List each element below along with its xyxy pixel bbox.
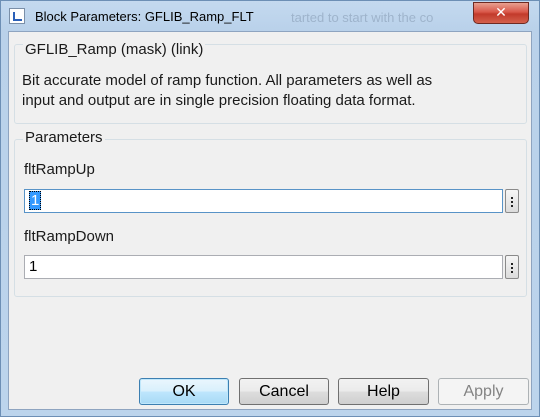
apply-button: Apply bbox=[438, 378, 529, 405]
simulink-block-icon bbox=[9, 8, 25, 24]
mask-description: Bit accurate model of ramp function. All… bbox=[22, 71, 522, 111]
ramp-down-label: fltRampDown bbox=[24, 228, 115, 245]
cancel-button[interactable]: Cancel bbox=[239, 378, 329, 405]
dialog-client-area: GFLIB_Ramp (mask) (link) Bit accurate mo… bbox=[8, 31, 532, 410]
ramp-up-value: 1 bbox=[29, 191, 42, 210]
close-button[interactable]: ✕ bbox=[473, 2, 529, 24]
mask-title: GFLIB_Ramp (mask) (link) bbox=[23, 41, 206, 58]
ramp-down-value: 1 bbox=[29, 258, 38, 275]
ok-button[interactable]: OK bbox=[139, 378, 229, 405]
help-button[interactable]: Help bbox=[338, 378, 429, 405]
parameters-group-title: Parameters bbox=[23, 129, 105, 146]
mask-description-line-2: input and output are in single precision… bbox=[22, 92, 416, 109]
dialog-window: Block Parameters: GFLIB_Ramp_FLT tarted … bbox=[0, 0, 540, 417]
ramp-up-menu-button[interactable] bbox=[505, 189, 519, 213]
ramp-up-input[interactable]: 1 bbox=[24, 189, 503, 213]
background-window-text: tarted to start with the co bbox=[291, 10, 434, 25]
ramp-up-label: fltRampUp bbox=[24, 161, 95, 178]
ramp-down-input[interactable]: 1 bbox=[24, 255, 503, 279]
title-bar[interactable]: Block Parameters: GFLIB_Ramp_FLT tarted … bbox=[1, 1, 539, 31]
mask-description-line-1: Bit accurate model of ramp function. All… bbox=[22, 72, 433, 89]
ramp-down-menu-button[interactable] bbox=[505, 255, 519, 279]
close-icon: ✕ bbox=[495, 5, 507, 21]
window-title: Block Parameters: GFLIB_Ramp_FLT bbox=[35, 9, 254, 24]
